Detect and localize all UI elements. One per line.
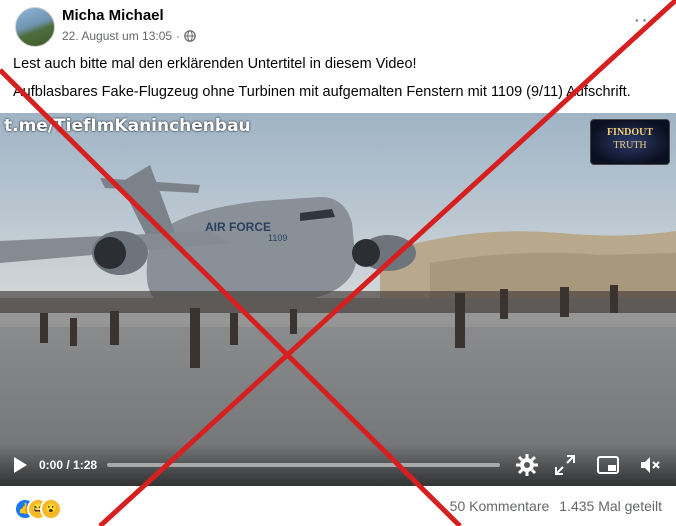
post-footer: 👍 😆 😮 50 Kommentare 1.435 Mal geteilt xyxy=(0,489,676,526)
globe-icon xyxy=(184,30,196,42)
channel-watermark: t.me/TiefImKaninchenbau xyxy=(4,116,251,136)
play-icon[interactable] xyxy=(11,456,29,474)
video-player[interactable]: AIR FORCE 1109 t.me/TiefImKaninchenbau F… xyxy=(0,113,676,486)
shares-count[interactable]: 1.435 Mal geteilt xyxy=(559,498,662,514)
post-header: Micha Michael 22. August um 13:05 · ··· xyxy=(0,0,676,50)
post-date[interactable]: 22. August um 13:05 xyxy=(62,29,172,43)
post-text-line-2: Aufblasbares Fake-Flugzeug ohne Turbinen… xyxy=(13,84,631,100)
video-controls: 0:00 / 1:28 xyxy=(0,444,676,486)
wow-reaction-icon: 😮 xyxy=(40,498,62,520)
author-name[interactable]: Micha Michael xyxy=(62,7,164,24)
video-time: 0:00 / 1:28 xyxy=(39,458,98,472)
more-options-button[interactable]: ··· xyxy=(630,10,660,34)
meta-separator: · xyxy=(176,29,181,43)
miniplayer-icon[interactable] xyxy=(596,453,620,477)
video-frame: AIR FORCE 1109 xyxy=(0,113,676,486)
post-stats: 50 Kommentare 1.435 Mal geteilt xyxy=(450,498,662,514)
plane-lettering: AIR FORCE xyxy=(205,220,271,234)
plane-number: 1109 xyxy=(268,233,287,243)
logo-line-2: TRUTH xyxy=(613,140,647,151)
comments-count[interactable]: 50 Kommentare xyxy=(450,498,550,514)
avatar[interactable] xyxy=(15,7,55,47)
video-progress-bar[interactable] xyxy=(107,463,500,467)
post-meta: 22. August um 13:05 · xyxy=(62,29,196,43)
channel-logo: FINDOUT TRUTH xyxy=(590,119,670,165)
logo-line-1: FINDOUT xyxy=(606,127,654,138)
expand-icon[interactable] xyxy=(553,453,577,477)
post-text-line-1: Lest auch bitte mal den erklärenden Unte… xyxy=(13,56,417,72)
reactions-summary[interactable]: 👍 😆 😮 xyxy=(14,498,74,520)
volume-muted-icon[interactable] xyxy=(638,453,662,477)
gear-icon[interactable] xyxy=(515,453,539,477)
